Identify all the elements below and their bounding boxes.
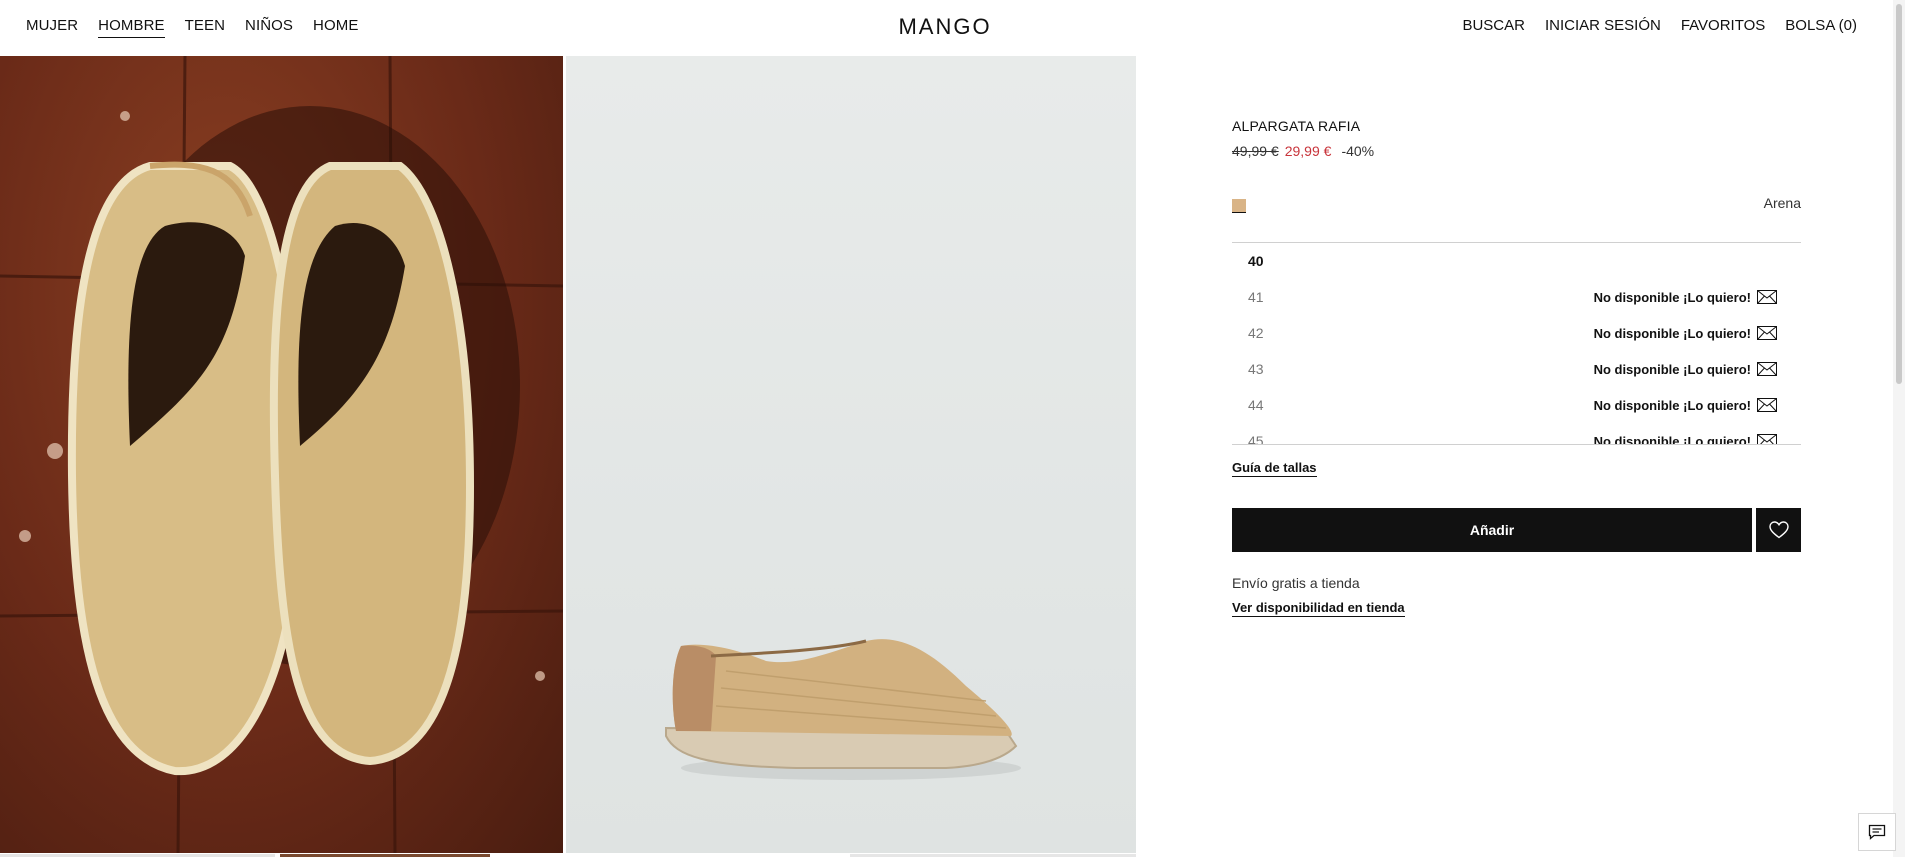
thumbnail-strip — [0, 853, 1136, 857]
espadrille-side-illustration — [665, 639, 1021, 780]
espadrilles-top-illustration — [0, 56, 563, 853]
color-name: Arena — [1763, 195, 1801, 211]
nav-home[interactable]: HOME — [313, 17, 358, 38]
size-option-43[interactable]: 43 No disponible ¡Lo quiero! — [1232, 351, 1801, 387]
notify-text: No disponible ¡Lo quiero! — [1593, 289, 1751, 305]
product-photo-top-view[interactable] — [0, 56, 563, 853]
nav-mujer[interactable]: MUJER — [26, 17, 78, 38]
notify-text: No disponible ¡Lo quiero! — [1593, 361, 1751, 377]
size-label: 45 — [1248, 433, 1264, 445]
notify-text: No disponible ¡Lo quiero! — [1593, 325, 1751, 341]
add-to-bag-button[interactable]: Añadir — [1232, 508, 1752, 552]
main-nav: MUJER HOMBRE TEEN NIÑOS HOME — [26, 17, 378, 38]
product-gallery — [0, 56, 1136, 857]
size-option-40[interactable]: 40 — [1232, 243, 1801, 279]
size-option-42[interactable]: 42 No disponible ¡Lo quiero! — [1232, 315, 1801, 351]
size-label: 42 — [1248, 325, 1264, 341]
purchase-actions: Añadir — [1232, 508, 1801, 552]
user-nav: BUSCAR INICIAR SESIÓN FAVORITOS BOLSA (0… — [1442, 17, 1857, 34]
size-label: 44 — [1248, 397, 1264, 413]
mail-icon — [1757, 290, 1777, 304]
mail-icon — [1757, 362, 1777, 376]
favorite-button[interactable] — [1756, 508, 1801, 552]
product-photo-side-view[interactable] — [566, 56, 1136, 853]
notify-me[interactable]: No disponible ¡Lo quiero! — [1594, 326, 1777, 341]
chat-button[interactable] — [1858, 813, 1896, 851]
nav-teen[interactable]: TEEN — [185, 17, 225, 38]
notify-me[interactable]: No disponible ¡Lo quiero! — [1593, 433, 1777, 445]
mango-logo[interactable]: MANGO — [894, 14, 996, 40]
logo-text: MANGO — [898, 14, 991, 39]
color-selector: Arena — [1232, 187, 1801, 243]
size-guide-link[interactable]: Guía de tallas — [1232, 460, 1317, 477]
notify-text: No disponible ¡Lo quiero! — [1593, 433, 1751, 445]
heart-icon — [1768, 521, 1789, 539]
bag-link[interactable]: BOLSA (0) — [1785, 17, 1857, 34]
notify-text: No disponible ¡Lo quiero! — [1593, 397, 1751, 413]
size-label: 43 — [1248, 361, 1264, 377]
shipping-info: Envío gratis a tienda — [1232, 575, 1360, 591]
price-row: 49,99 € 29,99 € -40% — [1232, 143, 1801, 159]
login-link[interactable]: INICIAR SESIÓN — [1545, 17, 1661, 34]
nav-hombre[interactable]: HOMBRE — [98, 17, 165, 38]
favorites-link[interactable]: FAVORITOS — [1681, 17, 1765, 34]
product-title: ALPARGATA RAFIA — [1232, 118, 1361, 134]
size-option-44[interactable]: 44 No disponible ¡Lo quiero! — [1232, 387, 1801, 423]
discount-badge: -40% — [1341, 143, 1375, 159]
page-scrollbar[interactable] — [1893, 0, 1905, 857]
original-price: 49,99 € — [1232, 143, 1279, 159]
size-option-45[interactable]: 45 No disponible ¡Lo quiero! — [1232, 423, 1801, 445]
product-panel: ALPARGATA RAFIA 49,99 € 29,99 € -40% Are… — [1232, 118, 1801, 617]
notify-me[interactable]: No disponible ¡Lo quiero! — [1594, 290, 1777, 305]
notify-me[interactable]: No disponible ¡Lo quiero! — [1594, 362, 1777, 377]
mail-icon — [1757, 434, 1777, 444]
color-swatch-arena[interactable] — [1232, 199, 1246, 213]
size-list: 40 41 No disponible ¡Lo quiero! 42 No di… — [1232, 243, 1801, 445]
mail-icon — [1757, 398, 1777, 412]
size-option-41[interactable]: 41 No disponible ¡Lo quiero! — [1232, 279, 1801, 315]
chat-icon — [1868, 824, 1886, 840]
size-label: 40 — [1248, 253, 1264, 269]
search-link[interactable]: BUSCAR — [1462, 17, 1525, 34]
nav-ninos[interactable]: NIÑOS — [245, 17, 293, 38]
mail-icon — [1757, 326, 1777, 340]
scrollbar-thumb[interactable] — [1896, 4, 1902, 384]
sale-price: 29,99 € — [1284, 143, 1332, 159]
size-label: 41 — [1248, 289, 1264, 305]
store-availability-link[interactable]: Ver disponibilidad en tienda — [1232, 600, 1405, 617]
site-header: MUJER HOMBRE TEEN NIÑOS HOME MANGO BUSCA… — [0, 0, 1905, 56]
notify-me[interactable]: No disponible ¡Lo quiero! — [1594, 398, 1777, 413]
